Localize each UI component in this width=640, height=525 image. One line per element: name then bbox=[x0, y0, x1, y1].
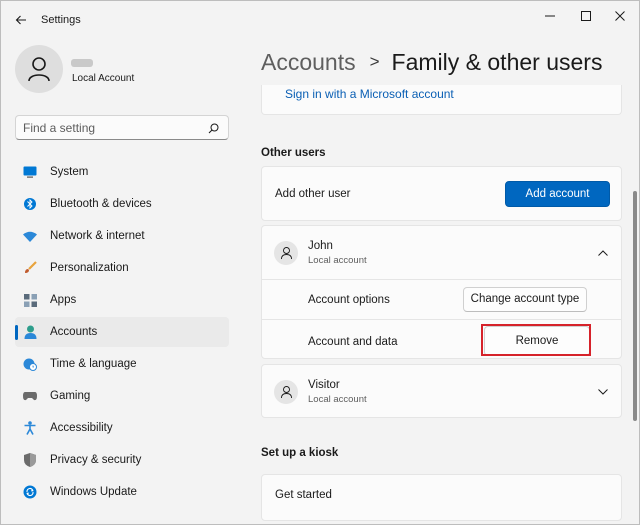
maximize-button[interactable] bbox=[571, 5, 601, 27]
person-icon bbox=[280, 386, 292, 398]
minimize-button[interactable] bbox=[535, 5, 565, 27]
kiosk-card[interactable]: Get started bbox=[261, 474, 622, 521]
shield-icon bbox=[23, 453, 37, 467]
sidebar-item-gaming[interactable]: Gaming bbox=[15, 381, 229, 411]
settings-window: Settings Local Account Find a setting Sy… bbox=[0, 0, 640, 525]
avatar bbox=[274, 241, 298, 265]
sidebar-item-time-language[interactable]: Time & language bbox=[15, 349, 229, 379]
sidebar-item-personalization[interactable]: Personalization bbox=[15, 253, 229, 283]
other-users-heading: Other users bbox=[261, 147, 326, 159]
search-input[interactable] bbox=[23, 120, 203, 136]
signin-microsoft-link[interactable]: Sign in with a Microsoft account bbox=[285, 87, 454, 101]
user-account-type: Local account bbox=[308, 394, 367, 405]
sidebar-item-bluetooth[interactable]: Bluetooth & devices bbox=[15, 189, 229, 219]
sidebar-nav: System Bluetooth & devices Network & int… bbox=[15, 157, 229, 509]
sidebar-item-label: Windows Update bbox=[50, 486, 137, 498]
back-arrow-icon bbox=[15, 15, 26, 25]
minimize-icon bbox=[545, 15, 555, 17]
person-icon bbox=[23, 325, 37, 339]
accessibility-icon bbox=[23, 421, 37, 435]
sidebar-item-label: System bbox=[50, 166, 89, 178]
sidebar-item-accessibility[interactable]: Accessibility bbox=[15, 413, 229, 443]
wifi-icon bbox=[23, 229, 37, 243]
sidebar-item-windows-update[interactable]: Windows Update bbox=[15, 477, 229, 507]
close-icon bbox=[615, 11, 625, 21]
globe-clock-icon bbox=[23, 357, 37, 371]
sidebar-item-label: Bluetooth & devices bbox=[50, 198, 152, 210]
close-button[interactable] bbox=[605, 5, 635, 27]
divider bbox=[262, 319, 621, 320]
search-box[interactable] bbox=[15, 115, 229, 140]
sidebar-item-system[interactable]: System bbox=[15, 157, 229, 187]
bluetooth-icon bbox=[23, 197, 37, 211]
sidebar-item-label: Accessibility bbox=[50, 422, 113, 434]
maximize-icon bbox=[581, 11, 591, 21]
add-other-user-label: Add other user bbox=[275, 188, 351, 200]
gamepad-icon bbox=[23, 389, 37, 403]
title-bar: Settings bbox=[1, 1, 639, 39]
breadcrumb-parent[interactable]: Accounts bbox=[261, 49, 356, 76]
page-title: Family & other users bbox=[391, 48, 603, 75]
sidebar-item-label: Gaming bbox=[50, 390, 91, 402]
profile-name-redacted bbox=[71, 59, 93, 67]
user-card-john: John Local account Account options Chang… bbox=[261, 225, 622, 359]
monitor-icon bbox=[23, 165, 37, 179]
account-and-data-label: Account and data bbox=[308, 336, 398, 348]
sidebar-item-label: Accounts bbox=[50, 326, 98, 338]
sidebar-item-label: Apps bbox=[50, 294, 77, 306]
update-icon bbox=[23, 485, 37, 499]
paintbrush-icon bbox=[23, 261, 37, 275]
user-account-type: Local account bbox=[308, 255, 367, 266]
user-row-john[interactable]: John Local account bbox=[262, 226, 621, 279]
active-indicator bbox=[15, 325, 18, 340]
scrollbar[interactable] bbox=[633, 191, 637, 421]
person-icon bbox=[28, 57, 50, 82]
sidebar-item-label: Personalization bbox=[50, 262, 129, 274]
sidebar-item-privacy[interactable]: Privacy & security bbox=[15, 445, 229, 475]
user-card-visitor: Visitor Local account bbox=[261, 364, 622, 418]
chevron-up-icon[interactable] bbox=[596, 246, 610, 260]
kiosk-heading: Set up a kiosk bbox=[261, 447, 339, 459]
back-button[interactable] bbox=[9, 9, 33, 31]
sidebar-item-accounts[interactable]: Accounts bbox=[15, 317, 229, 347]
search-icon[interactable] bbox=[206, 121, 220, 135]
person-icon bbox=[280, 247, 292, 259]
user-name: John bbox=[308, 240, 333, 252]
sidebar-item-label: Time & language bbox=[50, 358, 137, 370]
signin-card: Sign in with a Microsoft account bbox=[261, 85, 622, 115]
add-other-user-card: Add other user Add account bbox=[261, 166, 622, 221]
breadcrumb-separator: > bbox=[369, 52, 380, 71]
add-account-button[interactable]: Add account bbox=[505, 181, 610, 207]
user-row-visitor[interactable]: Visitor Local account bbox=[262, 365, 621, 418]
get-started-label: Get started bbox=[275, 489, 332, 501]
account-options-label: Account options bbox=[308, 294, 390, 306]
sidebar-item-network[interactable]: Network & internet bbox=[15, 221, 229, 251]
sidebar-item-label: Network & internet bbox=[50, 230, 145, 242]
remove-button[interactable]: Remove bbox=[484, 326, 590, 356]
divider bbox=[262, 279, 621, 280]
sidebar-item-label: Privacy & security bbox=[50, 454, 142, 466]
profile-account-type: Local Account bbox=[72, 73, 135, 84]
user-name: Visitor bbox=[308, 379, 340, 391]
apps-icon bbox=[23, 293, 37, 307]
sidebar-item-apps[interactable]: Apps bbox=[15, 285, 229, 315]
avatar bbox=[274, 380, 298, 404]
profile-avatar[interactable] bbox=[15, 45, 63, 93]
change-account-type-button[interactable]: Change account type bbox=[463, 287, 587, 312]
breadcrumb: Accounts > Family & other users bbox=[261, 45, 602, 79]
app-title: Settings bbox=[41, 14, 81, 26]
chevron-down-icon[interactable] bbox=[596, 385, 610, 399]
